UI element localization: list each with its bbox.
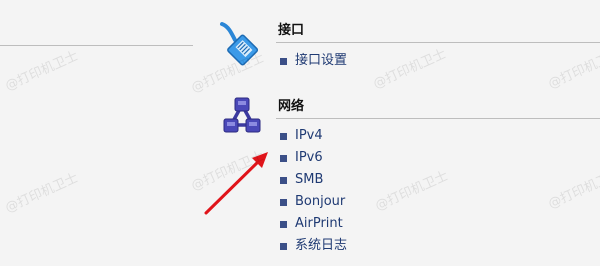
red-arrow-icon: [204, 152, 268, 215]
